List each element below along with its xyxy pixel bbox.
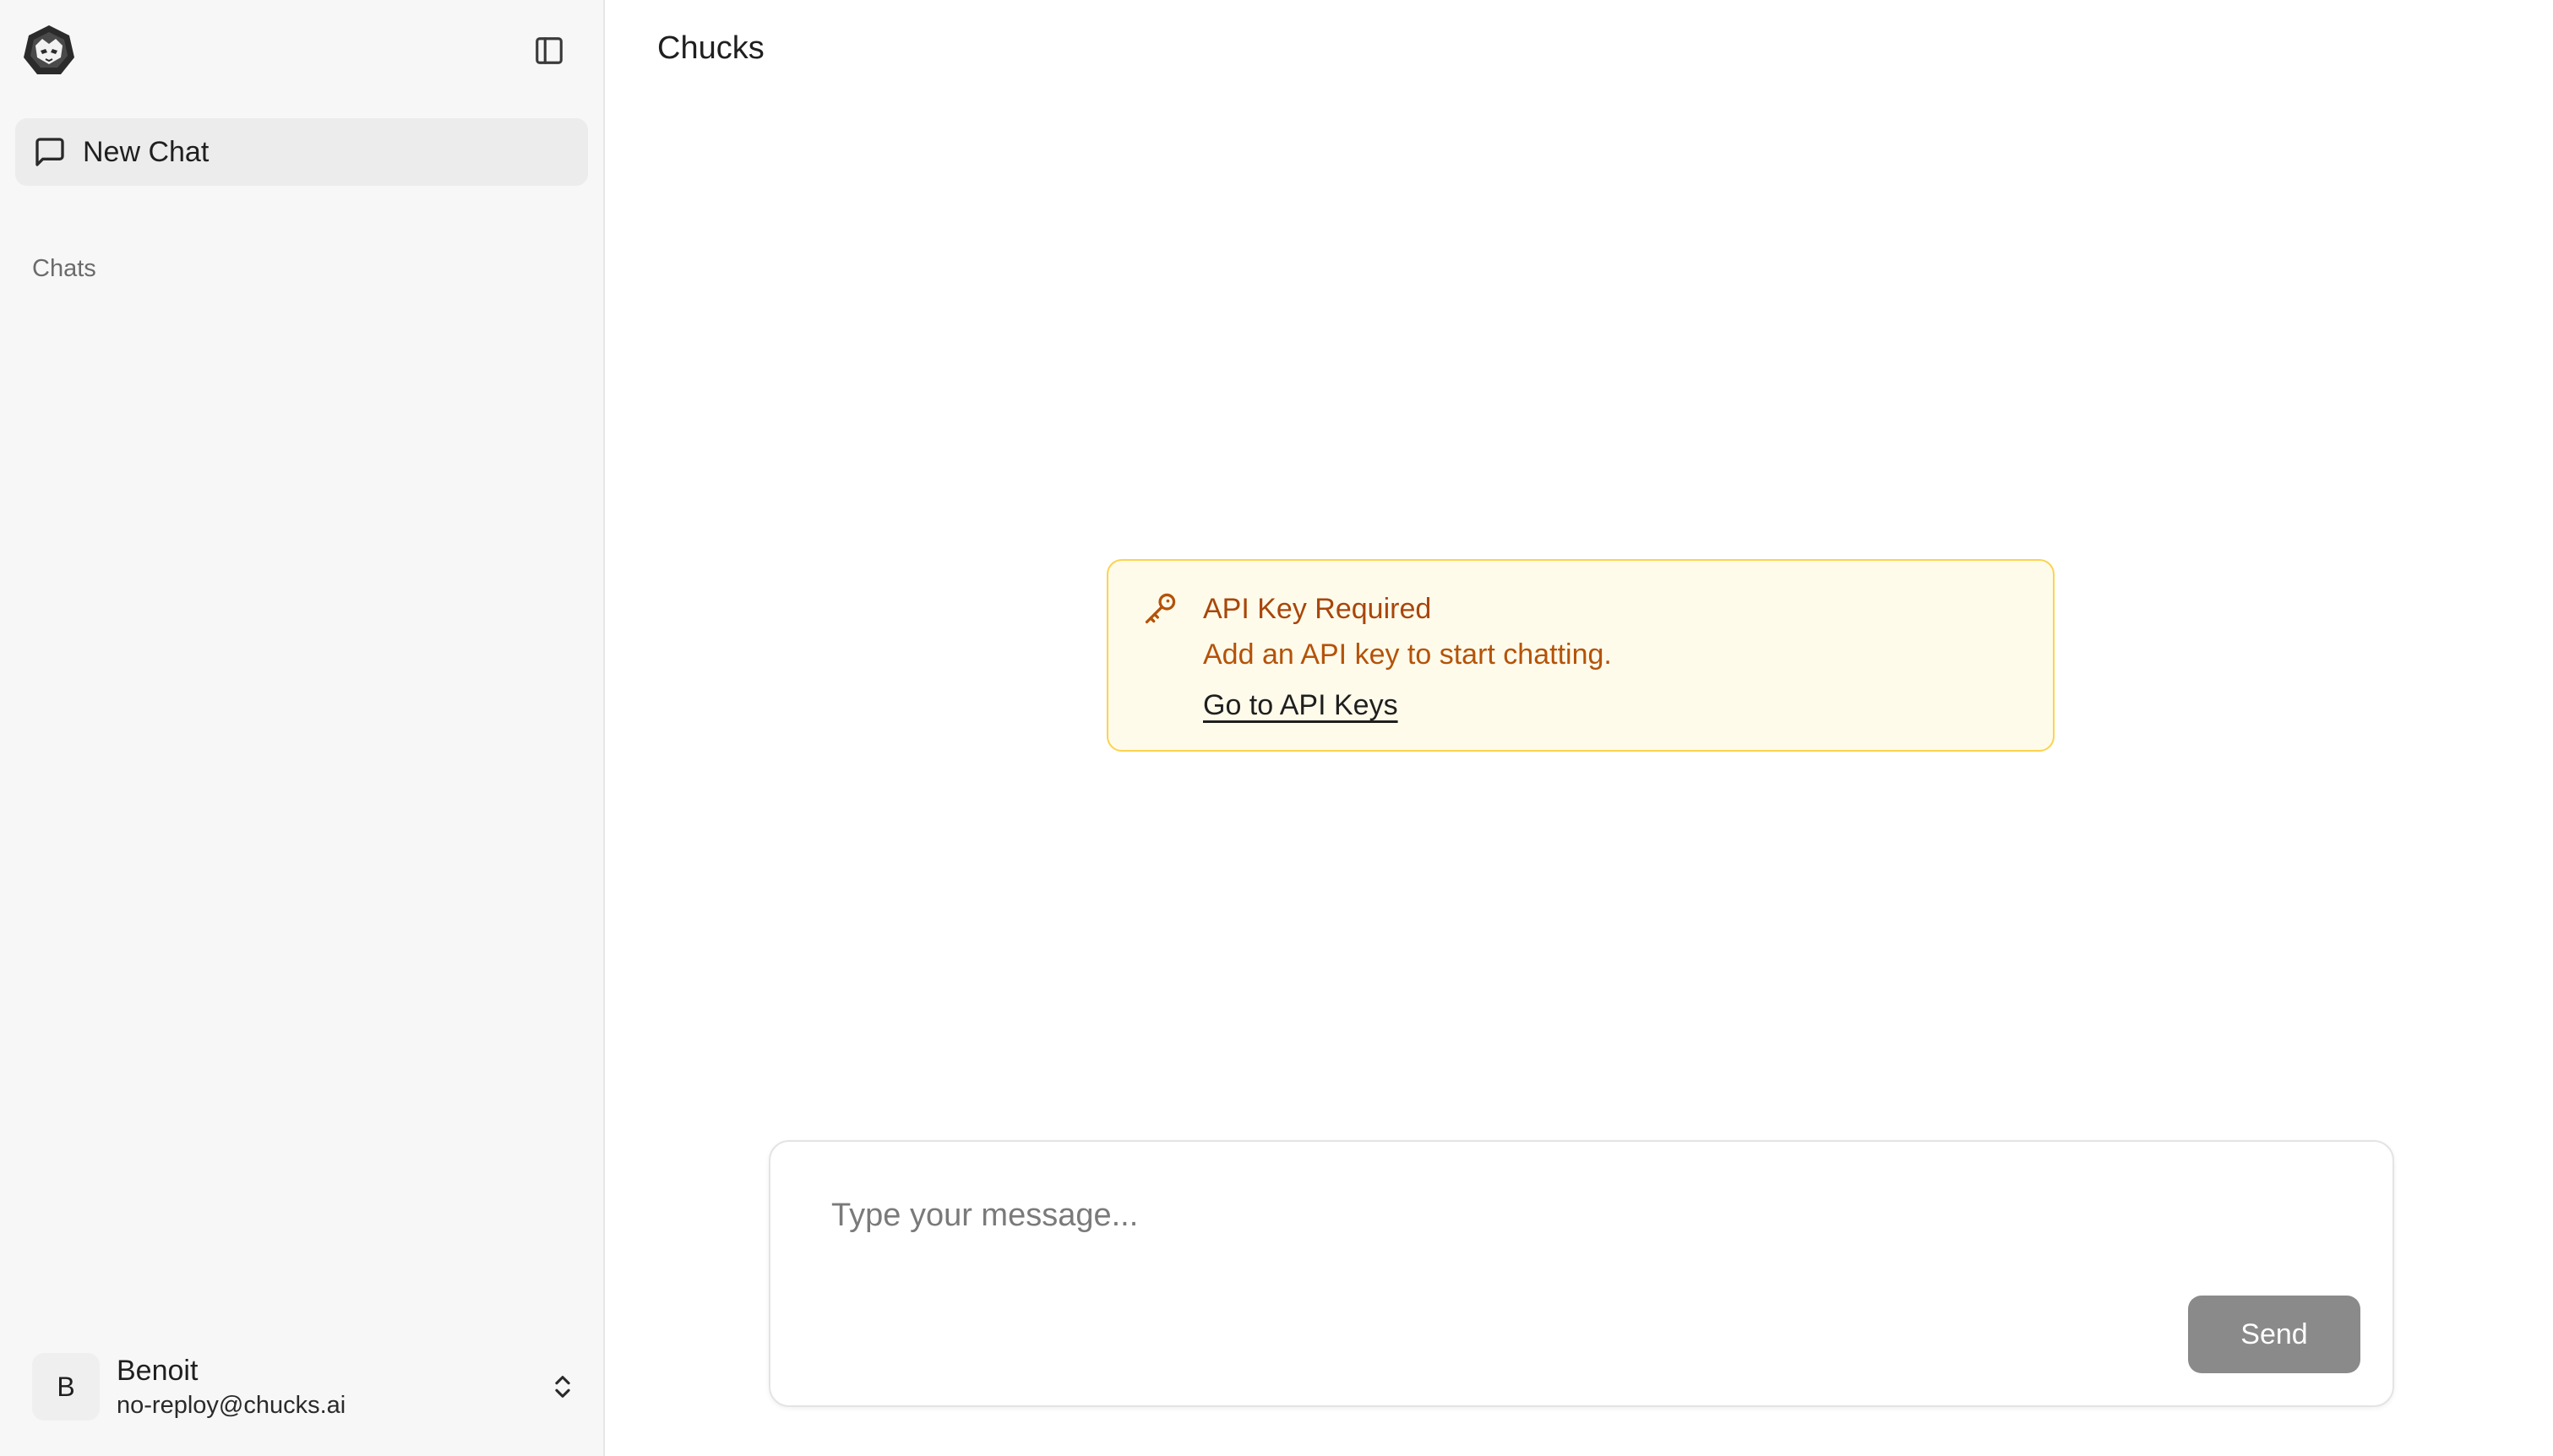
api-key-alert: API Key Required Add an API key to start… bbox=[1107, 559, 2055, 752]
alert-title: API Key Required bbox=[1203, 593, 1432, 625]
message-input[interactable] bbox=[830, 1196, 2333, 1297]
message-composer: Send bbox=[769, 1140, 2394, 1407]
chat-bubble-icon bbox=[32, 134, 68, 170]
app-window: New Chat Chats B Benoit no-reploy@chucks… bbox=[0, 0, 2553, 1456]
avatar: B bbox=[32, 1353, 100, 1421]
user-email: no-reploy@chucks.ai bbox=[117, 1392, 346, 1419]
user-account-menu[interactable]: B Benoit no-reploy@chucks.ai bbox=[32, 1351, 581, 1422]
go-to-api-keys-link[interactable]: Go to API Keys bbox=[1203, 689, 1398, 722]
alert-description: Add an API key to start chatting. bbox=[1203, 638, 1612, 671]
page-title: Chucks bbox=[657, 30, 765, 66]
chevron-up-down-icon bbox=[544, 1368, 581, 1405]
user-info: Benoit no-reploy@chucks.ai bbox=[117, 1352, 346, 1421]
sidebar: New Chat Chats B Benoit no-reploy@chucks… bbox=[0, 0, 605, 1456]
chats-section-label: Chats bbox=[32, 255, 96, 282]
send-button[interactable]: Send bbox=[2188, 1296, 2360, 1373]
new-chat-label: New Chat bbox=[83, 135, 210, 168]
sidebar-panel-icon bbox=[533, 35, 565, 71]
key-icon bbox=[1142, 589, 1183, 630]
sidebar-toggle-button[interactable] bbox=[531, 34, 568, 71]
new-chat-button[interactable]: New Chat bbox=[15, 118, 588, 186]
user-name: Benoit bbox=[117, 1355, 199, 1387]
chucks-logo-icon[interactable] bbox=[22, 24, 76, 78]
